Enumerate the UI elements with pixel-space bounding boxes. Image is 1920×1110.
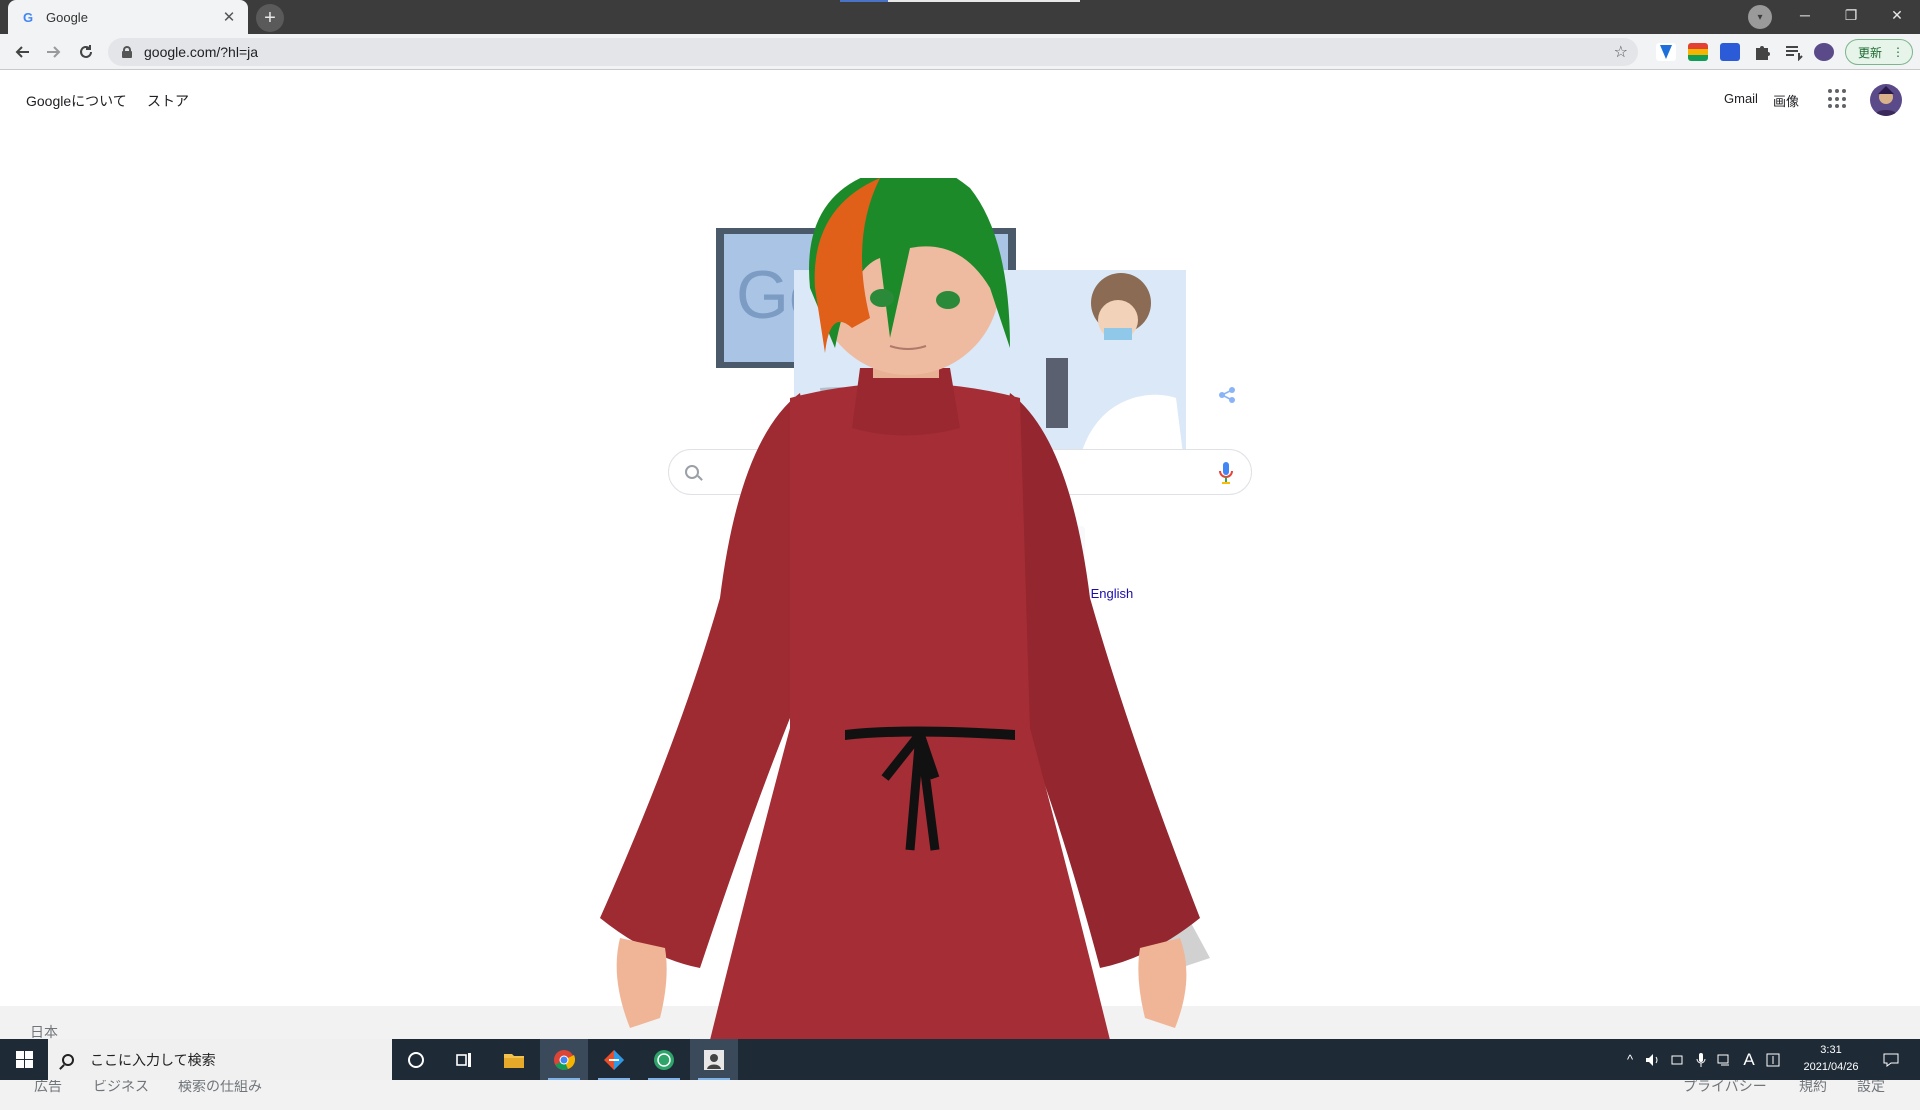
chrome-icon	[554, 1049, 575, 1070]
google-apps-icon[interactable]	[1828, 89, 1848, 109]
taskbar-app-avatar[interactable]	[690, 1039, 738, 1080]
taskbar-file-explorer[interactable]	[490, 1039, 538, 1080]
tab-strip: G Google ✕ + ▾ ─ ❐ ✕	[0, 0, 1920, 34]
tab-strip-highlight-accent	[840, 0, 888, 2]
reload-icon	[80, 45, 92, 58]
google-favicon-icon: G	[22, 9, 34, 25]
update-label: 更新	[1858, 45, 1883, 60]
folder-icon	[504, 1053, 524, 1068]
new-tab-button[interactable]: +	[256, 4, 284, 32]
volume-icon[interactable]	[1642, 1039, 1664, 1080]
voice-search-mic-icon[interactable]	[1219, 462, 1233, 484]
taskbar-app-globe[interactable]	[640, 1039, 688, 1080]
show-hidden-icons-button[interactable]: ^	[1620, 1039, 1640, 1080]
language-offer: …: English	[1066, 586, 1133, 601]
extension-vpn-icon[interactable]	[1656, 43, 1676, 61]
menu-dots-icon[interactable]: ⋮	[1892, 45, 1904, 59]
taskbar-search-placeholder: ここに入力して検索	[90, 1051, 216, 1068]
profile-avatar-icon[interactable]	[1814, 43, 1834, 61]
forward-arrow-icon	[47, 46, 61, 58]
taskbar-chrome[interactable]	[540, 1039, 588, 1080]
images-link[interactable]: 画像	[1773, 91, 1799, 110]
account-avatar[interactable]	[1870, 84, 1902, 116]
avatar-app-icon	[704, 1049, 724, 1070]
lock-icon[interactable]	[122, 46, 132, 58]
language-prefix: …:	[1066, 586, 1083, 601]
reload-button[interactable]	[72, 38, 100, 66]
cortana-circle-icon	[408, 1051, 424, 1068]
gmail-link[interactable]: Gmail	[1724, 91, 1758, 106]
ime-pad-icon[interactable]	[1762, 1039, 1784, 1080]
about-google-link[interactable]: Googleについて	[26, 91, 127, 111]
taskbar-search-box[interactable]: ここに入力して検索	[48, 1039, 392, 1080]
feeling-lucky-button[interactable]: cky	[1030, 526, 1085, 562]
tab-close-icon[interactable]: ✕	[220, 8, 238, 26]
extensions-puzzle-icon[interactable]	[1752, 43, 1772, 61]
search-input[interactable]	[713, 462, 1235, 482]
doodle-microscope	[1046, 358, 1068, 428]
windows-logo-icon	[15, 1051, 33, 1068]
network-icon[interactable]	[1714, 1039, 1736, 1080]
forward-button[interactable]	[40, 38, 68, 66]
taskbar-app-diamond[interactable]	[590, 1039, 638, 1080]
microphone-icon[interactable]	[1690, 1039, 1712, 1080]
restore-button[interactable]: ❐	[1828, 0, 1874, 30]
url-text[interactable]: google.com/?hl=ja	[144, 44, 258, 60]
tab-google[interactable]: G Google ✕	[8, 0, 248, 34]
google-doodle[interactable]: Go	[716, 228, 1206, 484]
language-english-link[interactable]: English	[1091, 586, 1134, 601]
google-homepage: Googleについて ストア Gmail 画像 Go cky …: Englis…	[0, 71, 1920, 1110]
address-bar[interactable]: google.com/?hl=ja ☆	[108, 38, 1638, 66]
extension-window-icon[interactable]	[1720, 43, 1740, 61]
doodle-mask	[1104, 328, 1132, 340]
back-button[interactable]	[8, 38, 36, 66]
cortana-button[interactable]	[392, 1039, 440, 1080]
task-view-icon	[456, 1052, 471, 1067]
search-box[interactable]	[668, 449, 1252, 495]
diamond-app-icon	[604, 1049, 624, 1070]
taskbar-clock[interactable]: 3:31 2021/04/26	[1796, 1042, 1866, 1076]
globe-app-icon	[654, 1049, 674, 1070]
store-link[interactable]: ストア	[147, 91, 189, 111]
search-icon	[685, 465, 699, 479]
update-button[interactable]: 更新 ⋮	[1845, 39, 1913, 65]
reading-list-icon[interactable]	[1784, 43, 1804, 62]
minimize-button[interactable]: ─	[1782, 0, 1828, 30]
ime-mode-indicator[interactable]: A	[1738, 1039, 1760, 1080]
back-arrow-icon	[15, 46, 29, 58]
feeling-lucky-label: cky	[1047, 536, 1068, 552]
task-view-button[interactable]	[440, 1039, 488, 1080]
clock-time: 3:31	[1820, 1044, 1842, 1056]
clock-date: 2021/04/26	[1803, 1061, 1859, 1073]
search-icon	[62, 1053, 74, 1066]
tab-title: Google	[46, 9, 88, 25]
share-icon[interactable]	[1218, 386, 1236, 409]
bookmark-star-icon[interactable]: ☆	[1614, 42, 1628, 62]
close-window-button[interactable]: ✕	[1874, 0, 1920, 30]
notification-center-icon[interactable]	[1876, 1039, 1906, 1080]
webcam-icon[interactable]	[1666, 1039, 1688, 1080]
extension-color-icon[interactable]	[1688, 43, 1708, 61]
tab-search-icon[interactable]: ▾	[1748, 5, 1772, 29]
start-button[interactable]	[0, 1039, 48, 1080]
windows-taskbar: ここに入力して検索 ^ A 3:31 2021/04/26	[0, 1039, 1920, 1080]
browser-toolbar: google.com/?hl=ja ☆ 更新 ⋮	[0, 34, 1920, 70]
